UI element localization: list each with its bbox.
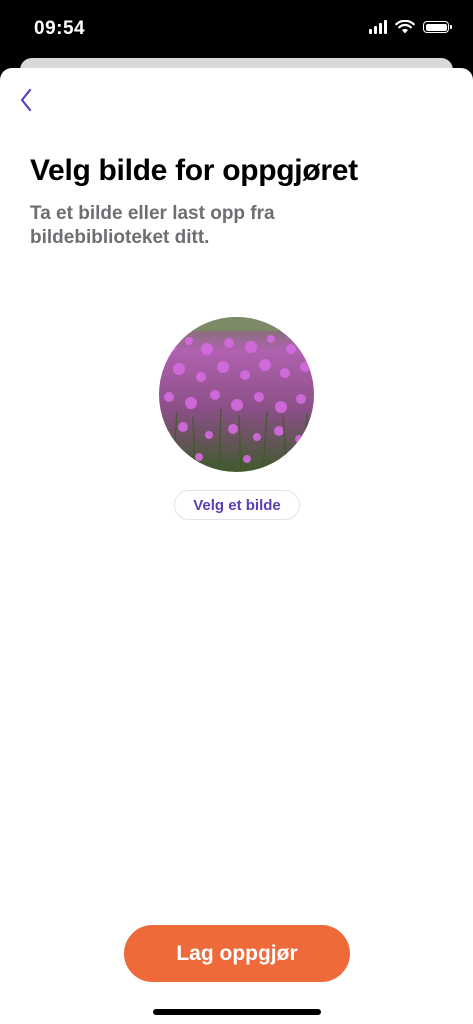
chevron-left-icon bbox=[20, 88, 32, 112]
flower-field-image bbox=[159, 317, 314, 472]
status-time: 09:54 bbox=[34, 18, 86, 39]
page-title: Velg bilde for oppgjøret bbox=[30, 154, 358, 187]
battery-icon bbox=[423, 21, 452, 33]
choose-image-button[interactable]: Velg et bilde bbox=[174, 490, 300, 520]
page-subtitle: Ta et bilde eller last opp fra bildebibl… bbox=[30, 203, 275, 248]
status-icons bbox=[369, 20, 452, 34]
selected-photo[interactable] bbox=[159, 317, 314, 472]
status-bar: 09:54 bbox=[0, 0, 473, 60]
wifi-icon bbox=[395, 20, 415, 34]
back-button[interactable] bbox=[12, 86, 40, 114]
home-indicator[interactable] bbox=[153, 1009, 321, 1015]
cellular-signal-icon bbox=[369, 20, 387, 34]
create-settlement-button[interactable]: Lag oppgjør bbox=[124, 925, 350, 982]
modal-sheet: Velg bilde for oppgjøret Ta et bilde ell… bbox=[0, 68, 473, 1024]
